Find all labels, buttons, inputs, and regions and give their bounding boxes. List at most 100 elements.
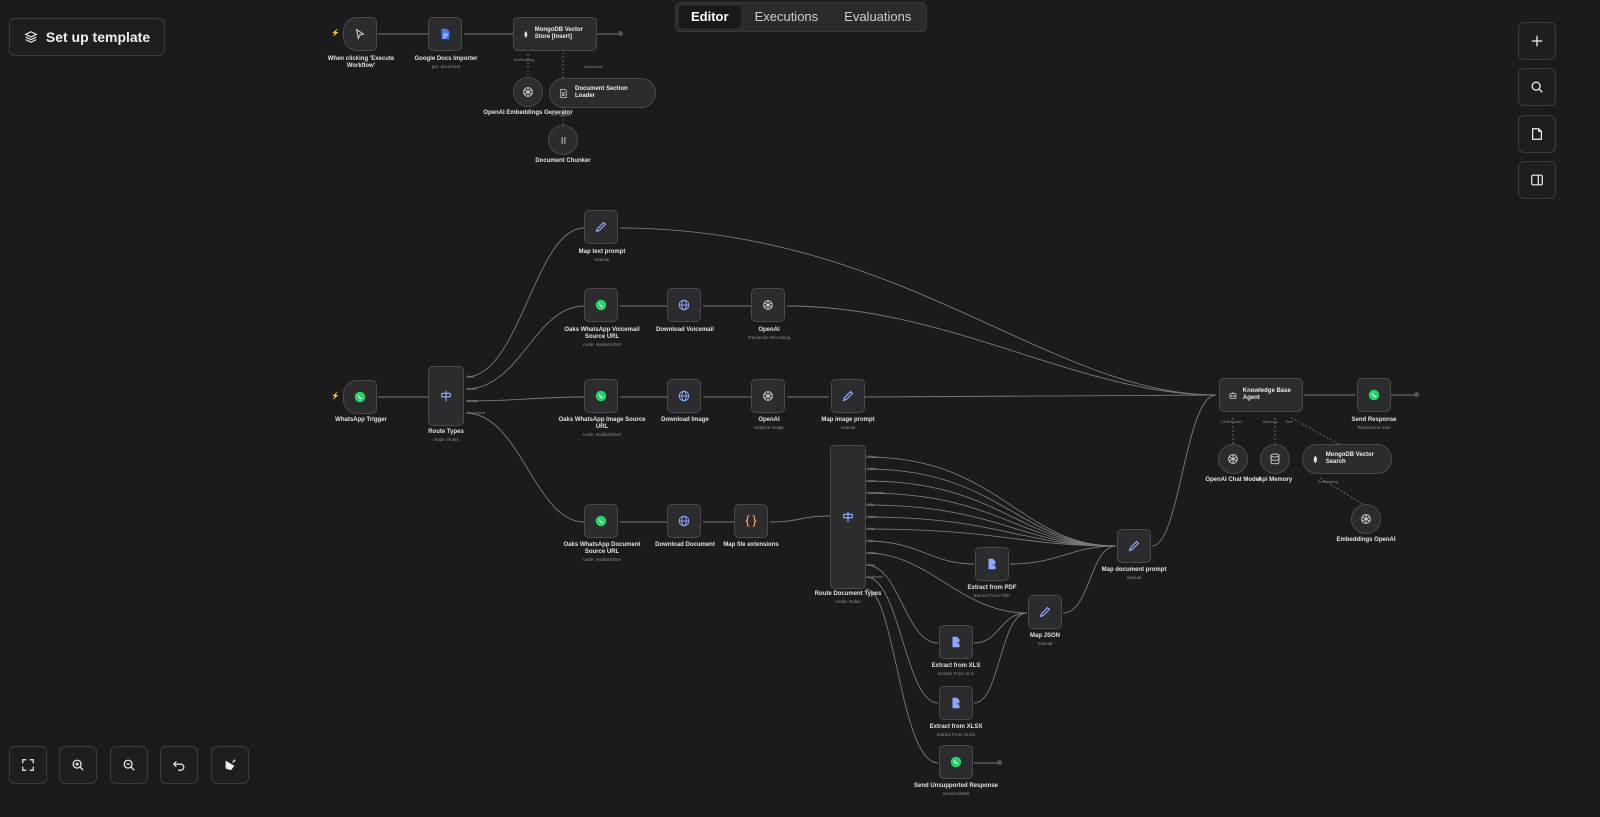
node-send-response[interactable] bbox=[1357, 378, 1391, 412]
openai-icon bbox=[1361, 514, 1371, 524]
node-download-image[interactable] bbox=[667, 379, 701, 413]
node-manual-trigger[interactable] bbox=[343, 17, 377, 51]
switch-icon bbox=[843, 511, 853, 523]
port-label: Fallback bbox=[868, 574, 883, 579]
port-label: Xml bbox=[868, 562, 875, 567]
node-send-unsupported[interactable] bbox=[939, 745, 973, 779]
sticky-note-button[interactable] bbox=[1518, 115, 1556, 153]
whatsapp-icon bbox=[1368, 389, 1380, 401]
zoom-in-button[interactable] bbox=[59, 746, 97, 784]
whatsapp-icon bbox=[595, 299, 607, 311]
zoom-out-button[interactable] bbox=[110, 746, 148, 784]
node-extract-pdf[interactable] bbox=[975, 547, 1009, 581]
port-label: Embedding bbox=[514, 57, 535, 62]
tidy-up-button[interactable] bbox=[211, 746, 249, 784]
cursor-icon bbox=[355, 28, 365, 40]
node-openai-transcribe[interactable] bbox=[751, 288, 785, 322]
add-node-button[interactable] bbox=[1518, 22, 1556, 60]
tab-executions[interactable]: Executions bbox=[743, 6, 831, 28]
openai-icon bbox=[523, 87, 533, 97]
file-extract-icon bbox=[988, 558, 998, 570]
node-download-image-label: Download Image bbox=[661, 417, 709, 423]
output-endpoint[interactable] bbox=[618, 31, 623, 36]
mongodb-leaf-icon bbox=[524, 30, 528, 38]
node-route-types[interactable] bbox=[428, 366, 464, 426]
toggle-panel-button[interactable] bbox=[1518, 161, 1556, 199]
node-document-chunker[interactable] bbox=[548, 125, 578, 155]
database-icon bbox=[1270, 453, 1280, 465]
node-document-loader[interactable]: Document Section Loader bbox=[549, 78, 656, 108]
node-memory-label: Api Memory bbox=[1257, 477, 1293, 483]
node-embeddings-generator[interactable] bbox=[513, 77, 543, 107]
node-mongodb-insert[interactable]: MongoDB Vector Store [Insert] bbox=[513, 17, 597, 51]
port-label: Embedding bbox=[1318, 479, 1339, 484]
port-label: Image bbox=[467, 398, 479, 403]
node-whatsapp-trigger[interactable] bbox=[343, 380, 377, 414]
trigger-bolt-icon: ⚡ bbox=[331, 393, 340, 400]
edge bbox=[865, 468, 1117, 547]
node-map-json[interactable] bbox=[1028, 595, 1062, 629]
output-endpoint[interactable] bbox=[1414, 392, 1419, 397]
node-map-image-prompt[interactable] bbox=[831, 379, 865, 413]
output-endpoint[interactable] bbox=[997, 760, 1002, 765]
node-openai-image[interactable] bbox=[751, 379, 785, 413]
robot-icon bbox=[1229, 391, 1237, 399]
node-download-voicemail[interactable] bbox=[667, 288, 701, 322]
openai-icon bbox=[763, 391, 773, 401]
node-map-file-extensions[interactable] bbox=[734, 504, 768, 538]
setup-template-button[interactable]: Set up template bbox=[9, 18, 165, 56]
node-image-url-label: Oaks WhatsApp Image Source URL node: medi… bbox=[558, 417, 646, 438]
search-nodes-button[interactable] bbox=[1518, 68, 1556, 106]
node-google-docs[interactable] bbox=[428, 17, 462, 51]
port-label: Json bbox=[868, 514, 877, 519]
node-map-json-label: Map JSON manual bbox=[1029, 633, 1060, 647]
edge bbox=[1151, 394, 1217, 547]
zoom-out-icon bbox=[123, 759, 135, 771]
tab-evaluations[interactable]: Evaluations bbox=[832, 6, 923, 28]
node-extract-xls[interactable] bbox=[939, 625, 973, 659]
node-map-text-prompt[interactable] bbox=[584, 210, 618, 244]
edge bbox=[865, 492, 1117, 547]
globe-icon bbox=[678, 515, 690, 527]
node-route-document-types[interactable] bbox=[830, 445, 866, 589]
port-label: Rtf bbox=[868, 502, 874, 507]
node-image-url[interactable] bbox=[584, 379, 618, 413]
code-braces-icon bbox=[745, 515, 757, 527]
node-knowledge-base-agent-title: Knowledge Base Agent bbox=[1242, 388, 1291, 401]
tab-editor[interactable]: Editor bbox=[679, 6, 741, 28]
edge bbox=[865, 528, 1117, 547]
node-extract-xlsx[interactable] bbox=[939, 686, 973, 720]
node-map-document-prompt-label: Map document prompt manual bbox=[1101, 567, 1167, 581]
node-voicemail-url[interactable] bbox=[584, 288, 618, 322]
port-label: Csv bbox=[868, 478, 875, 483]
globe-icon bbox=[678, 299, 690, 311]
fit-view-icon bbox=[22, 759, 34, 771]
pencil-icon bbox=[595, 221, 607, 233]
edge bbox=[465, 396, 585, 402]
node-openai-chat-model[interactable] bbox=[1218, 444, 1248, 474]
node-manual-trigger-label: When clicking 'Execute Workflow' bbox=[327, 56, 395, 70]
fit-view-button[interactable] bbox=[9, 746, 47, 784]
node-extract-pdf-label: Extract from PDF Extract From PDF bbox=[967, 585, 1017, 599]
port-label: Plain bbox=[868, 454, 877, 459]
port-label: Document bbox=[467, 410, 486, 415]
plus-icon bbox=[1531, 35, 1543, 47]
undo-button[interactable] bbox=[160, 746, 198, 784]
port-label: Document bbox=[584, 64, 603, 69]
node-memory[interactable] bbox=[1260, 444, 1290, 474]
node-document-url[interactable] bbox=[584, 504, 618, 538]
edge bbox=[864, 394, 1217, 398]
node-extract-xlsx-label: Extract from XLSX Extract From XLSX bbox=[929, 724, 983, 738]
node-embeddings-openai[interactable] bbox=[1351, 504, 1381, 534]
node-voicemail-url-label: Oaks WhatsApp Voicemail Source URL node: … bbox=[564, 327, 640, 348]
globe-icon bbox=[678, 390, 690, 402]
switch-icon bbox=[441, 390, 451, 402]
node-download-document[interactable] bbox=[667, 504, 701, 538]
file-extract-icon bbox=[952, 697, 962, 709]
port-label: Text bbox=[467, 374, 475, 379]
document-icon bbox=[560, 88, 567, 98]
edge bbox=[1009, 545, 1117, 565]
node-knowledge-base-agent[interactable]: Knowledge Base Agent bbox=[1219, 378, 1303, 412]
node-mongodb-search[interactable]: MongoDB Vector Search bbox=[1302, 444, 1392, 474]
node-map-document-prompt[interactable] bbox=[1117, 529, 1151, 563]
